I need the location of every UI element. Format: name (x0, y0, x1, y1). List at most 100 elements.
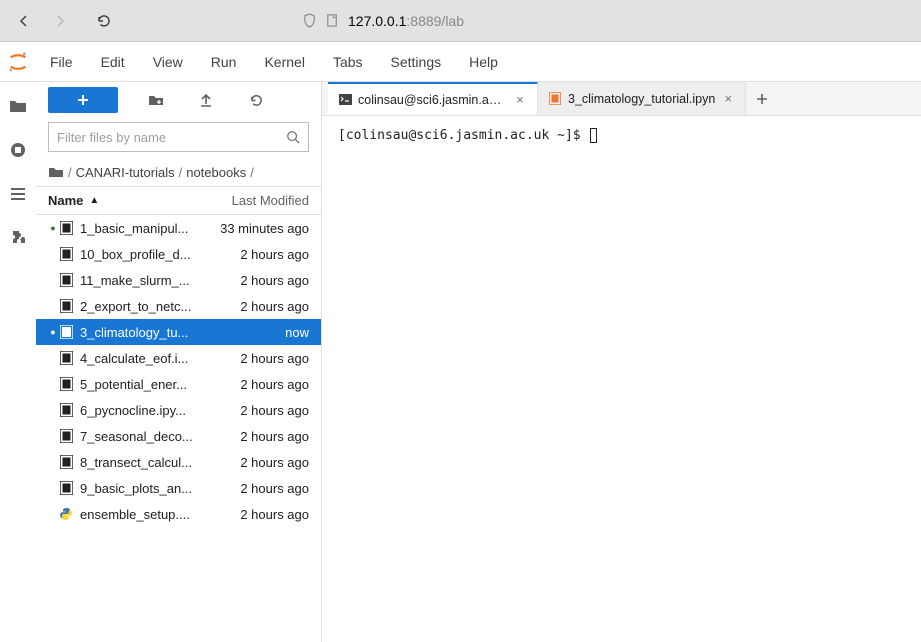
file-browser-toolbar (36, 82, 321, 118)
file-row[interactable]: ensemble_setup....2 hours ago (36, 501, 321, 527)
url-path: :8889/lab (406, 13, 464, 29)
menu-file[interactable]: File (36, 42, 87, 81)
file-modified: 2 hours ago (209, 273, 309, 288)
file-row[interactable]: 11_make_slurm_...2 hours ago (36, 267, 321, 293)
browser-back-button[interactable] (8, 6, 40, 36)
browser-reload-button[interactable] (88, 6, 120, 36)
file-modified: 2 hours ago (209, 351, 309, 366)
file-modified: 33 minutes ago (209, 221, 309, 236)
file-row[interactable]: 6_pycnocline.ipy...2 hours ago (36, 397, 321, 423)
file-row[interactable]: 5_potential_ener...2 hours ago (36, 371, 321, 397)
file-browser-panel: / CANARI-tutorials / notebooks / Name ▲ … (36, 82, 322, 642)
menu-bar: File Edit View Run Kernel Tabs Settings … (36, 42, 512, 81)
notebook-icon (58, 273, 74, 287)
reload-icon (96, 13, 112, 29)
jupyter-logo[interactable] (0, 51, 36, 73)
file-row[interactable]: 8_transect_calcul...2 hours ago (36, 449, 321, 475)
file-row[interactable]: ● 1_basic_manipul...33 minutes ago (36, 215, 321, 241)
new-folder-button[interactable] (144, 88, 168, 112)
breadcrumb-item[interactable]: CANARI-tutorials (76, 165, 175, 180)
folder-icon[interactable] (48, 164, 64, 180)
browser-forward-button[interactable] (44, 6, 76, 36)
sort-ascending-icon: ▲ (89, 195, 99, 206)
file-modified: 2 hours ago (209, 247, 309, 262)
breadcrumb-item[interactable]: notebooks (186, 165, 246, 180)
browser-url-bar[interactable]: 127.0.0.1:8889/lab (294, 6, 913, 36)
extensions-tab[interactable] (8, 228, 28, 248)
stop-circle-icon (9, 141, 27, 159)
file-modified: 2 hours ago (209, 455, 309, 470)
tab-terminal[interactable]: colinsau@sci6.jasmin.ac.uk × (328, 82, 538, 115)
add-tab-button[interactable] (746, 82, 778, 115)
tab-close-button[interactable]: × (721, 92, 735, 106)
file-name: 5_potential_ener... (80, 377, 209, 392)
plus-icon (76, 93, 90, 107)
file-modified: now (209, 325, 309, 340)
file-name: 2_export_to_netc... (80, 299, 209, 314)
file-browser-tab[interactable] (8, 96, 28, 116)
tab-notebook[interactable]: 3_climatology_tutorial.ipyn × (538, 82, 746, 115)
refresh-button[interactable] (244, 88, 268, 112)
file-name: 7_seasonal_deco... (80, 429, 209, 444)
menu-kernel[interactable]: Kernel (250, 42, 318, 81)
upload-icon (199, 92, 213, 108)
file-name: 9_basic_plots_an... (80, 481, 209, 496)
menu-tabs[interactable]: Tabs (319, 42, 377, 81)
file-list-header: Name ▲ Last Modified (36, 186, 321, 215)
notebook-icon (58, 429, 74, 443)
terminal-icon (338, 93, 352, 107)
page-icon (325, 13, 340, 28)
arrow-left-icon (16, 13, 32, 29)
menu-settings[interactable]: Settings (377, 42, 456, 81)
file-row[interactable]: ● 3_climatology_tu...now (36, 319, 321, 345)
new-launcher-button[interactable] (48, 87, 118, 113)
breadcrumb-separator: / (68, 165, 72, 180)
tab-close-button[interactable]: × (513, 93, 527, 107)
file-name: ensemble_setup.... (80, 507, 209, 522)
file-row[interactable]: 9_basic_plots_an...2 hours ago (36, 475, 321, 501)
file-modified: 2 hours ago (209, 403, 309, 418)
file-name: 6_pycnocline.ipy... (80, 403, 209, 418)
file-row[interactable]: 2_export_to_netc...2 hours ago (36, 293, 321, 319)
terminal-output[interactable]: [colinsau@sci6.jasmin.ac.uk ~]$ (322, 116, 921, 642)
file-modified: 2 hours ago (209, 377, 309, 392)
file-modified: 2 hours ago (209, 481, 309, 496)
menu-run[interactable]: Run (197, 42, 251, 81)
url-host: 127.0.0.1 (348, 13, 406, 29)
file-status-indicator: ● (48, 327, 58, 337)
terminal-prompt: [colinsau@sci6.jasmin.ac.uk ~]$ (338, 128, 588, 143)
file-name: 1_basic_manipul... (80, 221, 209, 236)
toc-tab[interactable] (8, 184, 28, 204)
main-content-area: colinsau@sci6.jasmin.ac.uk × 3_climatolo… (322, 82, 921, 642)
file-row[interactable]: 4_calculate_eof.i...2 hours ago (36, 345, 321, 371)
file-status-indicator: ● (48, 223, 58, 233)
notebook-icon (58, 481, 74, 495)
breadcrumb-separator: / (250, 165, 254, 180)
file-list: ● 1_basic_manipul...33 minutes ago 10_box_… (36, 215, 321, 642)
notebook-icon (548, 92, 562, 106)
document-tab-bar: colinsau@sci6.jasmin.ac.uk × 3_climatolo… (322, 82, 921, 116)
notebook-icon (58, 299, 74, 313)
running-tab[interactable] (8, 140, 28, 160)
notebook-icon (58, 455, 74, 469)
notebook-icon (58, 403, 74, 417)
column-header-name[interactable]: Name ▲ (48, 193, 209, 208)
notebook-icon (58, 377, 74, 391)
puzzle-icon (9, 229, 27, 247)
breadcrumb-separator: / (179, 165, 183, 180)
file-modified: 2 hours ago (209, 429, 309, 444)
column-header-modified[interactable]: Last Modified (209, 193, 309, 208)
file-modified: 2 hours ago (209, 299, 309, 314)
tab-label: 3_climatology_tutorial.ipyn (568, 92, 715, 106)
file-row[interactable]: 7_seasonal_deco...2 hours ago (36, 423, 321, 449)
file-row[interactable]: 10_box_profile_d...2 hours ago (36, 241, 321, 267)
refresh-icon (249, 93, 264, 108)
filter-box[interactable] (48, 122, 309, 152)
file-name: 3_climatology_tu... (80, 325, 209, 340)
menu-view[interactable]: View (139, 42, 197, 81)
menu-help[interactable]: Help (455, 42, 512, 81)
menu-edit[interactable]: Edit (87, 42, 139, 81)
upload-button[interactable] (194, 88, 218, 112)
filter-input[interactable] (57, 130, 286, 145)
new-folder-icon (148, 93, 164, 107)
